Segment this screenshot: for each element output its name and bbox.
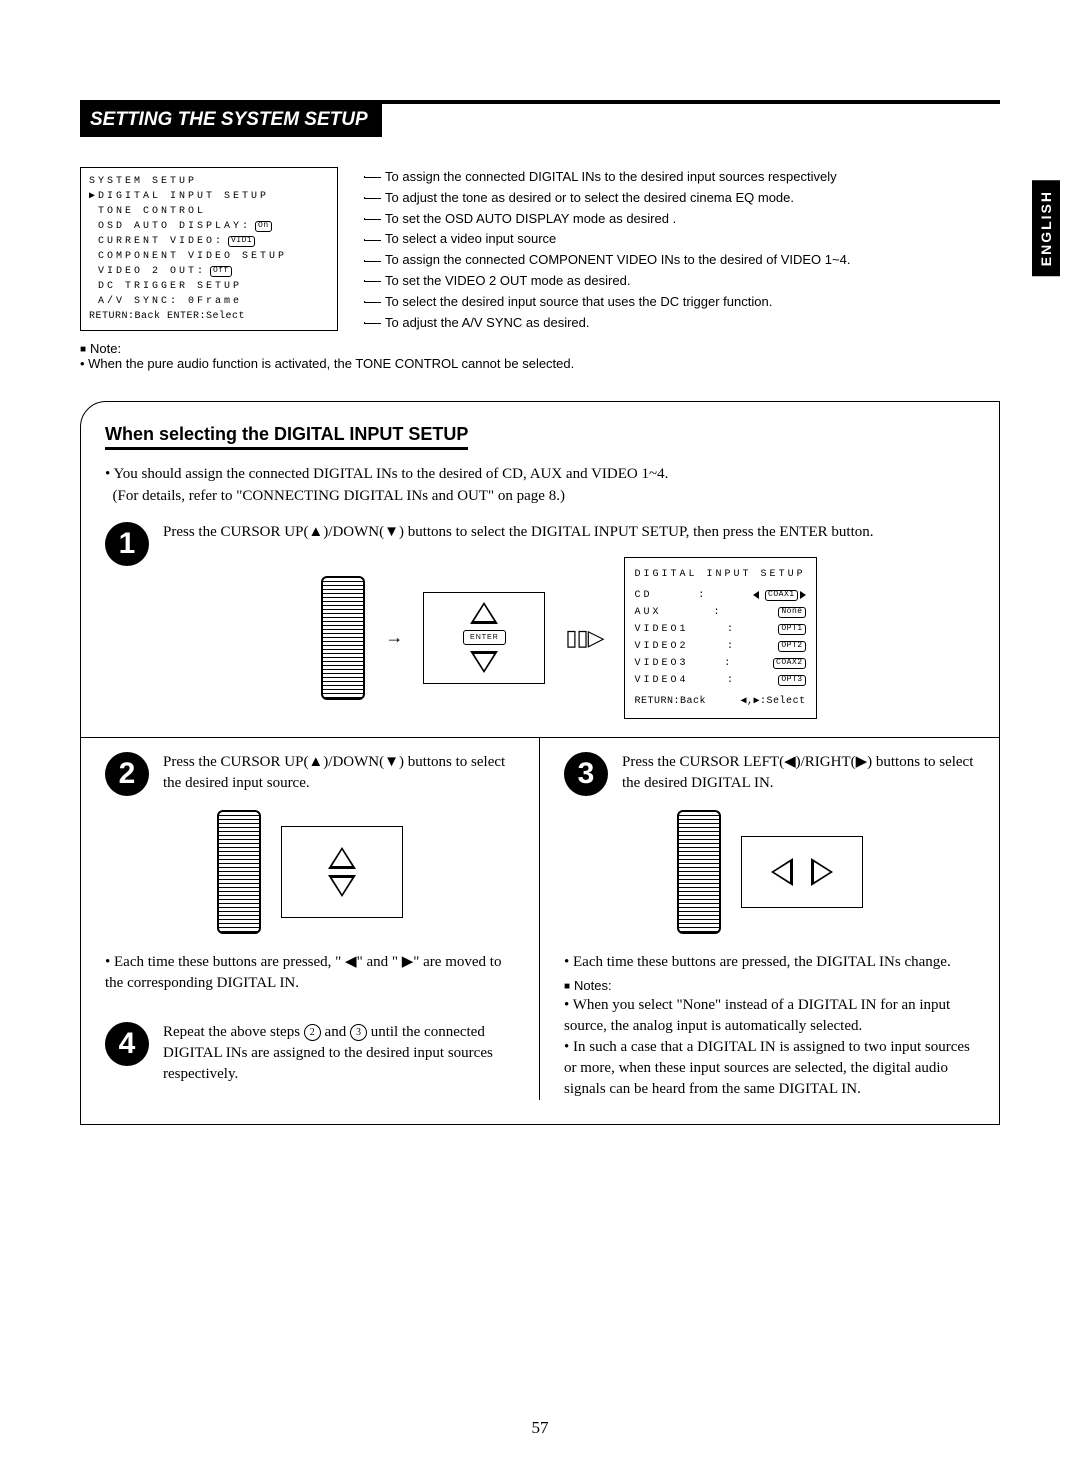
language-tab: ENGLISH — [1032, 180, 1060, 276]
step-1: 1 Press the CURSOR UP(▲)/DOWN(▼) buttons… — [105, 522, 975, 719]
step-number-4: 4 — [105, 1022, 149, 1066]
enter-button-graphic: ENTER — [463, 630, 506, 645]
digital-input-osd: DIGITAL INPUT SETUP CD:COAX1 AUX:None VI… — [624, 557, 817, 719]
step-1-text: Press the CURSOR UP(▲)/DOWN(▼) buttons t… — [163, 522, 975, 543]
desc-line: To adjust the tone as desired or to sele… — [364, 188, 850, 209]
osd-line: COMPONENT VIDEO SETUP — [89, 249, 329, 264]
step-4-text: Repeat the above steps 2 and 3 until the… — [163, 1022, 515, 1085]
step-2: 2 Press the CURSOR UP(▲)/DOWN(▼) buttons… — [105, 752, 515, 796]
up-down-box: ENTER — [423, 592, 545, 684]
step-2-after: • Each time these buttons are pressed, "… — [105, 952, 515, 994]
osd-line: ▶DIGITAL INPUT SETUP — [89, 189, 329, 204]
left-right-box — [741, 836, 863, 908]
remote-graphic — [677, 810, 721, 934]
page-number: 57 — [0, 1418, 1080, 1438]
osd-line: VIDEO 2 OUT:Off — [89, 264, 329, 279]
osd-footer: RETURN:Back ENTER:Select — [89, 309, 329, 324]
step-4: 4 Repeat the above steps 2 and 3 until t… — [105, 1022, 515, 1085]
down-icon — [470, 651, 498, 673]
osd-line: OSD AUTO DISPLAY:On — [89, 219, 329, 234]
step-2-text: Press the CURSOR UP(▲)/DOWN(▼) buttons t… — [163, 752, 515, 796]
remote-graphic — [321, 576, 365, 700]
up-icon — [470, 602, 498, 624]
step-number-1: 1 — [105, 522, 149, 566]
setup-descriptions: To assign the connected DIGITAL INs to t… — [364, 167, 850, 333]
step-number-3: 3 — [564, 752, 608, 796]
system-setup-osd: SYSTEM SETUP ▶DIGITAL INPUT SETUP TONE C… — [80, 167, 338, 331]
desc-line: To assign the connected DIGITAL INs to t… — [364, 167, 850, 188]
osd-line: DC TRIGGER SETUP — [89, 279, 329, 294]
desc-line: To adjust the A/V SYNC as desired. — [364, 313, 850, 334]
section-title-bar: SETTING THE SYSTEM SETUP — [80, 100, 1000, 137]
desc-line: To assign the connected COMPONENT VIDEO … — [364, 250, 850, 271]
desc-line: To set the VIDEO 2 OUT mode as desired. — [364, 271, 850, 292]
step-3-after: • Each time these buttons are pressed, t… — [564, 952, 975, 1100]
up-down-box — [281, 826, 403, 918]
remote-graphic — [217, 810, 261, 934]
osd-line: TONE CONTROL — [89, 204, 329, 219]
osd-header: SYSTEM SETUP — [89, 174, 329, 189]
step-3-text: Press the CURSOR LEFT(◀)/RIGHT(▶) button… — [622, 752, 975, 796]
desc-line: To select a video input source — [364, 229, 850, 250]
right-icon — [811, 858, 833, 886]
arrow-icon: ▯▯▷ — [565, 625, 603, 651]
desc-line: To select the desired input source that … — [364, 292, 850, 313]
section-title: SETTING THE SYSTEM SETUP — [80, 103, 382, 137]
steps-card: When selecting the DIGITAL INPUT SETUP •… — [80, 401, 1000, 1125]
sub-title: When selecting the DIGITAL INPUT SETUP — [105, 424, 468, 450]
note-block: Note: • When the pure audio function is … — [80, 341, 1000, 371]
desc-line: To set the OSD AUTO DISPLAY mode as desi… — [364, 209, 850, 230]
step-number-2: 2 — [105, 752, 149, 796]
osd-line: A/V SYNC: 0Frame — [89, 294, 329, 309]
up-icon — [328, 847, 356, 869]
step-3: 3 Press the CURSOR LEFT(◀)/RIGHT(▶) butt… — [564, 752, 975, 796]
left-icon — [771, 858, 793, 886]
intro-text: • You should assign the connected DIGITA… — [105, 464, 975, 508]
down-icon — [328, 875, 356, 897]
osd-line: CURRENT VIDEO:VID1 — [89, 234, 329, 249]
note-label: Note: — [80, 341, 121, 356]
note-text: • When the pure audio function is activa… — [80, 356, 574, 371]
